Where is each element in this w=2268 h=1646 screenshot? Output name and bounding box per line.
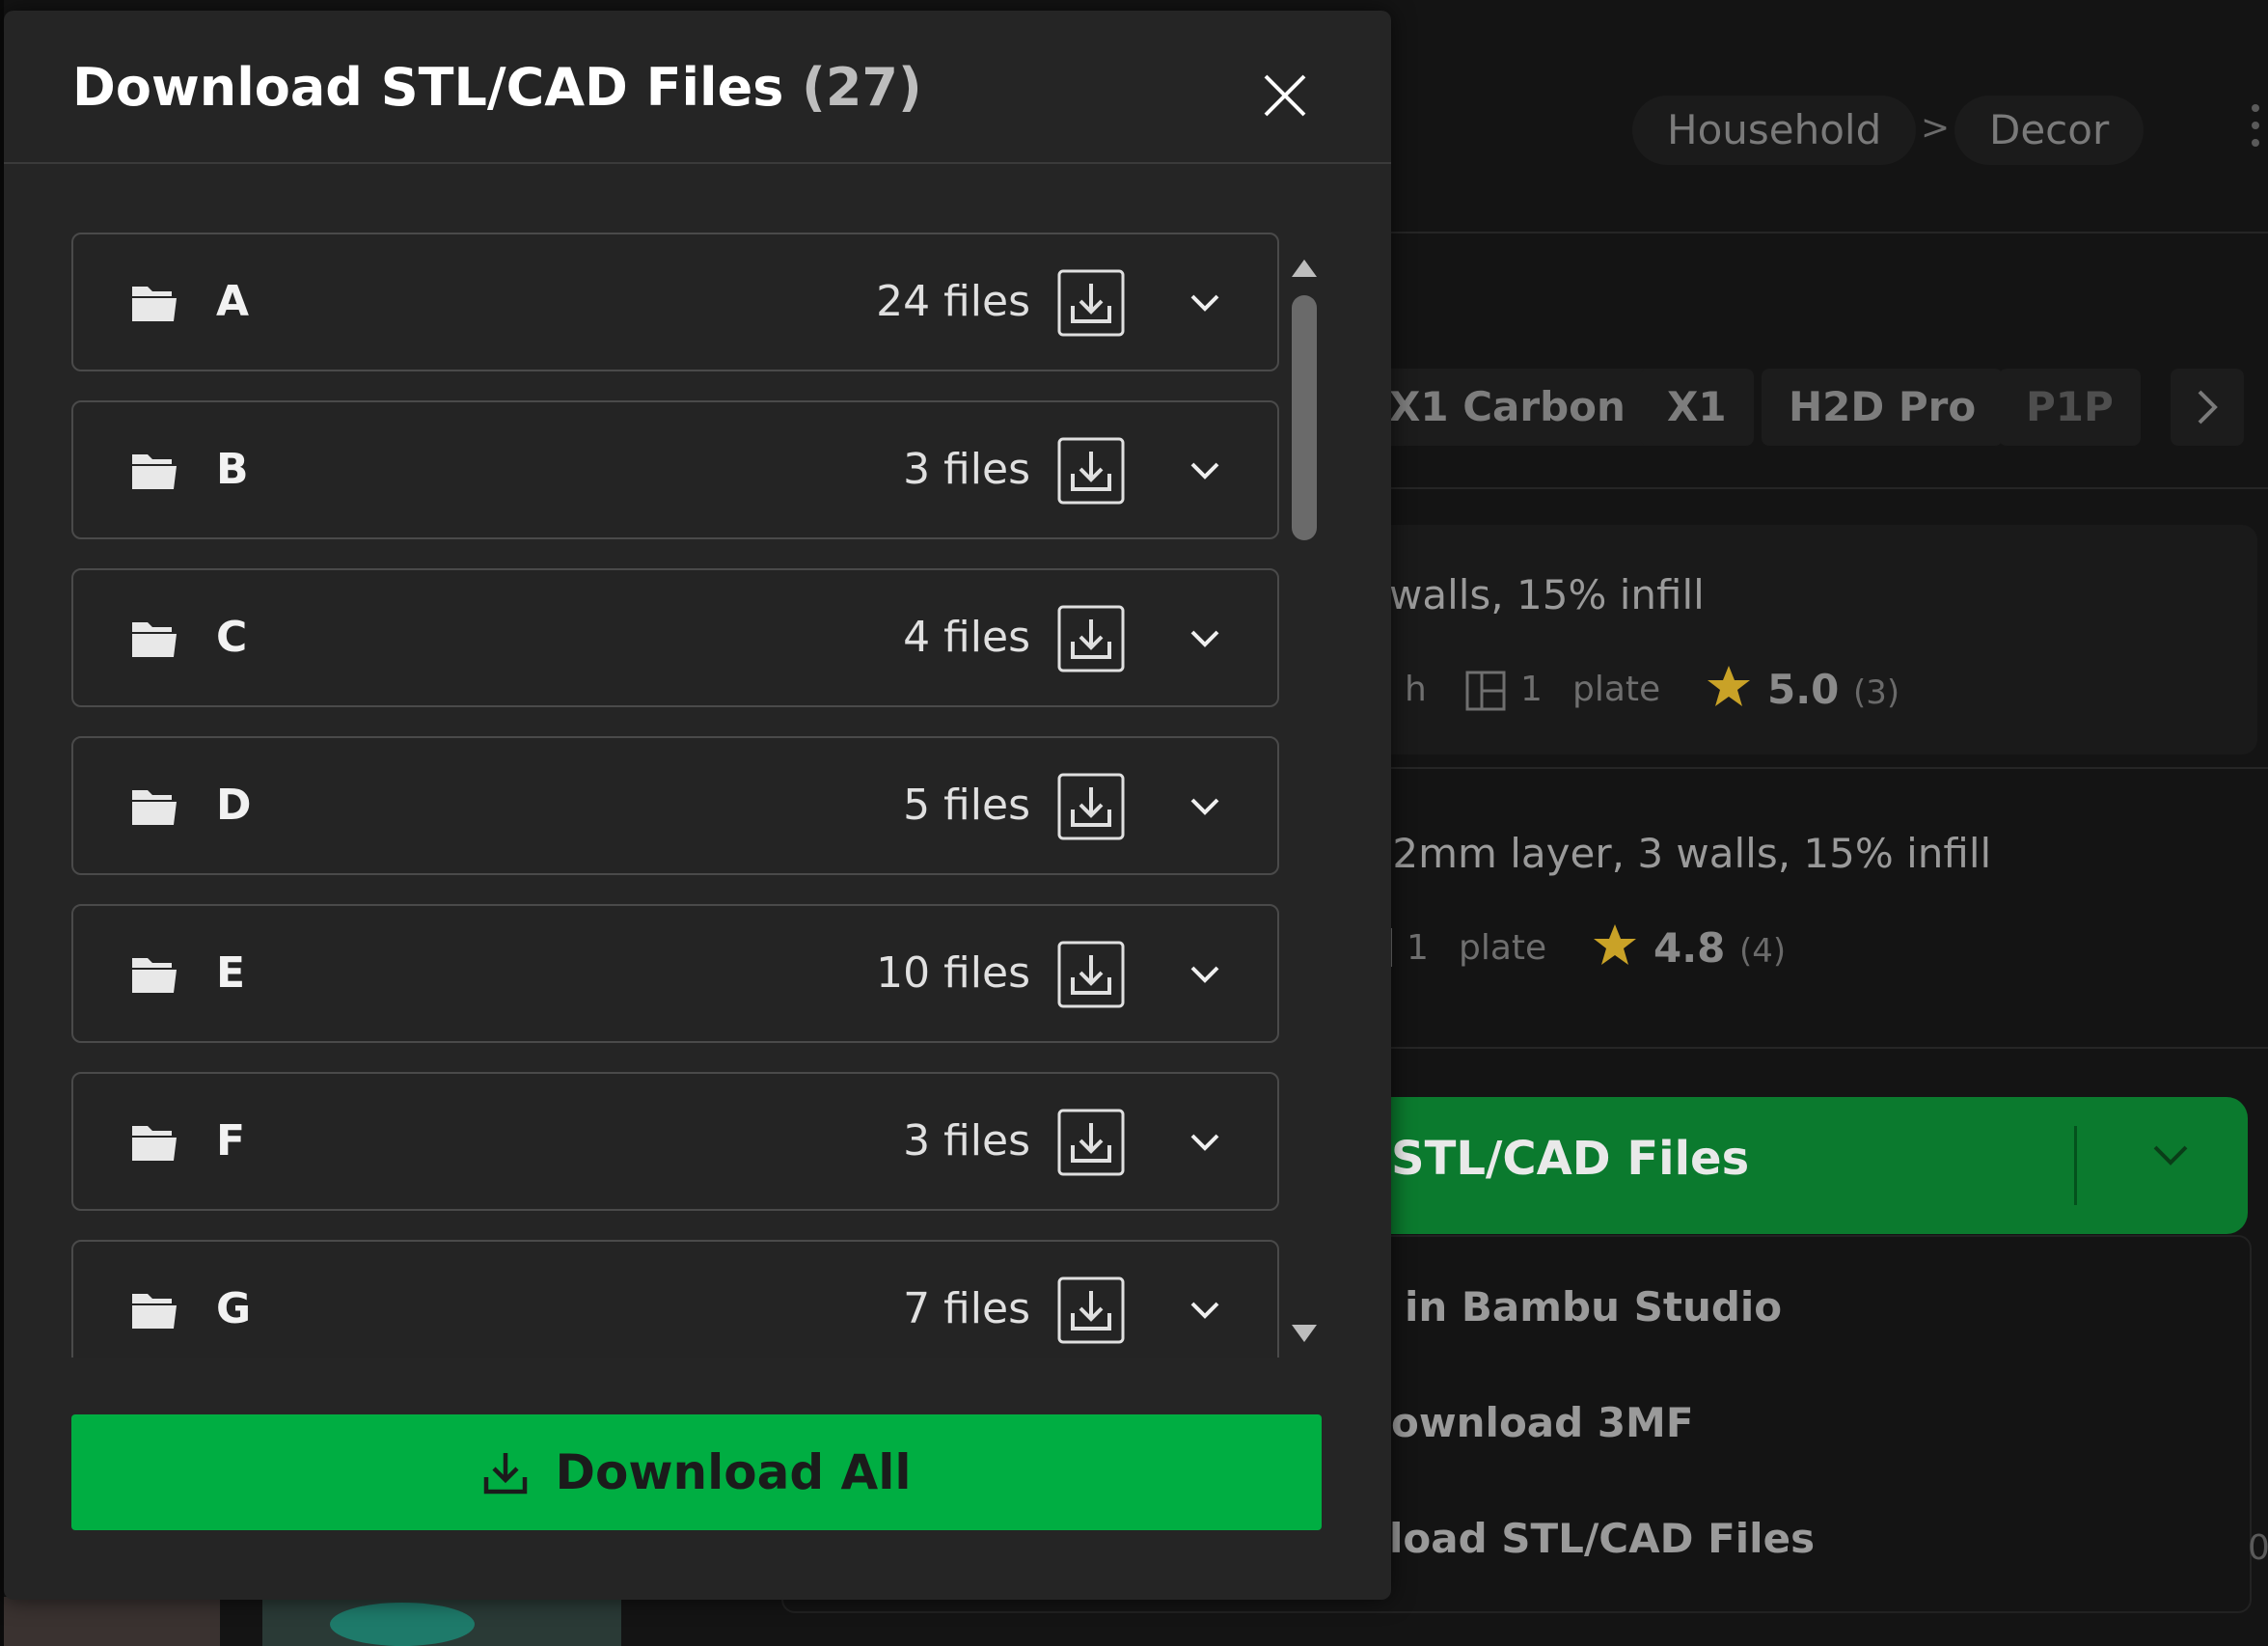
download-icon bbox=[484, 1453, 528, 1495]
profile-card[interactable] bbox=[1254, 525, 2257, 754]
breadcrumb-separator: > bbox=[1921, 108, 1951, 148]
folder-file-count: 24 files bbox=[876, 277, 1030, 326]
folder-icon bbox=[132, 454, 177, 489]
button-divider bbox=[2074, 1126, 2077, 1205]
download-icon[interactable] bbox=[1057, 269, 1125, 337]
download-icon[interactable] bbox=[1057, 605, 1125, 672]
folder-name: A bbox=[216, 277, 250, 326]
folder-row[interactable]: F 3 files bbox=[71, 1072, 1279, 1211]
dialog-header-divider bbox=[4, 162, 1391, 164]
folder-icon bbox=[132, 790, 177, 825]
folder-row[interactable]: D 5 files bbox=[71, 736, 1279, 875]
plate-label: plate bbox=[1459, 928, 1547, 968]
divider bbox=[1391, 767, 2268, 769]
download-all-button[interactable]: Download All bbox=[71, 1414, 1322, 1530]
folder-list: A 24 files B 3 files C 4 files D 5 files E 10 fil… bbox=[71, 233, 1287, 1358]
star-icon bbox=[1594, 924, 1636, 965]
chevron-down-icon[interactable] bbox=[1189, 1294, 1221, 1327]
download-icon[interactable] bbox=[1057, 437, 1125, 505]
model-thumbnail[interactable] bbox=[0, 1597, 220, 1646]
folder-icon bbox=[132, 958, 177, 993]
star-icon bbox=[1708, 666, 1750, 706]
folder-name: B bbox=[216, 445, 249, 494]
folder-file-count: 10 files bbox=[876, 948, 1030, 998]
folder-name: D bbox=[216, 781, 252, 830]
folder-name: E bbox=[216, 948, 246, 998]
breadcrumb-household[interactable]: Household bbox=[1632, 96, 1917, 165]
chevron-down-icon[interactable] bbox=[1189, 958, 1221, 991]
folder-icon bbox=[132, 1294, 177, 1329]
menu-item-download-stl[interactable]: load STL/CAD Files bbox=[1389, 1515, 1815, 1562]
breadcrumb-decor[interactable]: Decor bbox=[1954, 96, 2145, 165]
rating-count: (4) bbox=[1739, 932, 1787, 971]
divider bbox=[1391, 1047, 2268, 1049]
chevron-right-icon[interactable] bbox=[2171, 369, 2244, 446]
folder-row[interactable]: B 3 files bbox=[71, 400, 1279, 539]
rating-value: 5.0 bbox=[1767, 666, 1840, 713]
download-icon[interactable] bbox=[1057, 1276, 1125, 1344]
divider bbox=[1391, 232, 2268, 233]
folder-row[interactable]: E 10 files bbox=[71, 904, 1279, 1043]
download-stl-button[interactable]: STL/CAD Files bbox=[1331, 1097, 2248, 1234]
printer-chip-x1[interactable]: X1 bbox=[1640, 369, 1754, 446]
close-icon[interactable] bbox=[1258, 69, 1312, 123]
chevron-down-icon[interactable] bbox=[2151, 1143, 2190, 1168]
folder-file-count: 5 files bbox=[903, 781, 1030, 830]
folder-file-count: 4 files bbox=[903, 613, 1030, 662]
folder-row[interactable]: C 4 files bbox=[71, 568, 1279, 707]
more-options-icon[interactable] bbox=[2252, 104, 2261, 156]
chevron-down-icon[interactable] bbox=[1189, 790, 1221, 823]
folder-row[interactable]: G 7 files bbox=[71, 1240, 1279, 1358]
profile-title: walls, 15% infill bbox=[1389, 571, 1705, 618]
printer-chip-h2d-pro[interactable]: H2D Pro bbox=[1762, 369, 2004, 446]
rating: 5.0 (3) bbox=[1767, 666, 1899, 713]
rating-value: 4.8 bbox=[1653, 924, 1726, 972]
folder-file-count: 7 files bbox=[903, 1284, 1030, 1333]
divider bbox=[1391, 487, 2268, 489]
printer-chip-p1p[interactable]: P1P bbox=[1999, 369, 2141, 446]
download-icon[interactable] bbox=[1057, 1109, 1125, 1176]
folder-icon bbox=[132, 1126, 177, 1161]
folder-row[interactable]: A 24 files bbox=[71, 233, 1279, 371]
plate-count: 1 bbox=[1520, 670, 1543, 709]
profile-title: .2mm layer, 3 walls, 15% infill bbox=[1380, 830, 1992, 877]
download-files-dialog: Download STL/CAD Files (27) A 24 files B 3 … bbox=[4, 11, 1391, 1600]
chevron-down-icon[interactable] bbox=[1189, 454, 1221, 487]
scrollbar-thumb[interactable] bbox=[1292, 295, 1317, 540]
folder-file-count: 3 files bbox=[903, 445, 1030, 494]
print-time: h bbox=[1405, 670, 1427, 709]
download-all-label: Download All bbox=[555, 1444, 912, 1500]
scroll-down-arrow-icon[interactable] bbox=[1290, 1323, 1319, 1344]
download-stl-label: STL/CAD Files bbox=[1391, 1132, 1750, 1186]
folder-file-count: 3 files bbox=[903, 1116, 1030, 1166]
model-thumbnail[interactable] bbox=[262, 1597, 621, 1646]
printer-chip-x1-carbon[interactable]: X1 Carbon bbox=[1360, 369, 1667, 446]
menu-item-open-in-studio[interactable]: in Bambu Studio bbox=[1405, 1283, 1782, 1331]
plate-label: plate bbox=[1572, 670, 1661, 709]
chevron-down-icon[interactable] bbox=[1189, 622, 1221, 655]
folder-icon bbox=[132, 287, 177, 321]
chevron-down-icon[interactable] bbox=[1189, 287, 1221, 319]
folder-name: F bbox=[216, 1116, 246, 1166]
menu-item-download-3mf[interactable]: ownload 3MF bbox=[1391, 1399, 1694, 1446]
chevron-down-icon[interactable] bbox=[1189, 1126, 1221, 1159]
folder-name: C bbox=[216, 613, 248, 662]
folder-name: G bbox=[216, 1284, 252, 1333]
dialog-title-text: Download STL/CAD Files bbox=[72, 57, 784, 118]
rating: 4.8 (4) bbox=[1653, 924, 1786, 972]
plate-count: 1 bbox=[1407, 928, 1429, 968]
dialog-file-count: (27) bbox=[802, 57, 922, 118]
download-icon[interactable] bbox=[1057, 773, 1125, 840]
download-icon[interactable] bbox=[1057, 941, 1125, 1008]
edge-text: 0 bbox=[2248, 1528, 2268, 1568]
plate-icon bbox=[1465, 671, 1506, 711]
scroll-up-arrow-icon[interactable] bbox=[1290, 258, 1319, 279]
folder-icon bbox=[132, 622, 177, 657]
dialog-title: Download STL/CAD Files (27) bbox=[72, 57, 922, 118]
rating-count: (3) bbox=[1853, 673, 1900, 712]
